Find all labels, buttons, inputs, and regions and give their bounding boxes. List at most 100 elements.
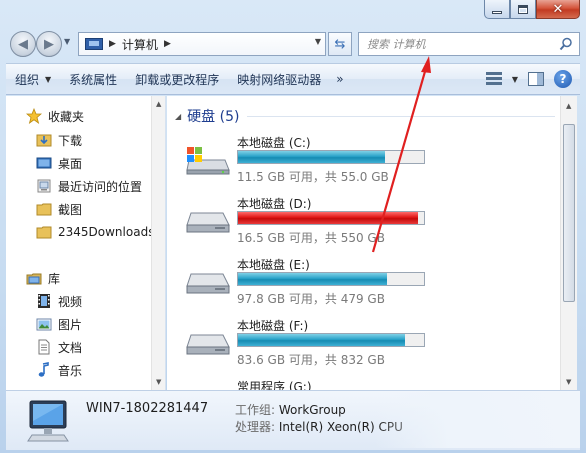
chevron-down-icon: ▼: [45, 74, 52, 84]
search-icon[interactable]: [559, 37, 573, 51]
more-commands-button[interactable]: »: [330, 64, 349, 94]
drive-item[interactable]: 本地磁盘 (D:) 16.5 GB 可用，共 550 GB: [185, 195, 445, 255]
minimize-button[interactable]: [484, 0, 510, 19]
change-view-icon[interactable]: [485, 72, 502, 86]
scroll-up-icon[interactable]: ▲: [156, 100, 161, 108]
drive-size-text: 11.5 GB 可用，共 55.0 GB: [237, 170, 389, 184]
computer-name: WIN7-1802281447: [86, 401, 209, 416]
drive-item[interactable]: 本地磁盘 (C:) 11.5 GB 可用，共 55.0 GB: [185, 134, 445, 194]
group-title: 硬盘 (5): [187, 109, 240, 125]
uninstall-program-button[interactable]: 卸载或更改程序: [126, 64, 228, 94]
folder-icon: [36, 203, 52, 216]
drive-usage-bar: [237, 150, 425, 164]
group-divider: [247, 115, 555, 117]
uninstall-program-label: 卸载或更改程序: [135, 72, 220, 87]
help-icon[interactable]: ?: [554, 70, 572, 88]
window-caption-buttons: ✕: [484, 0, 580, 20]
breadcrumb-computer[interactable]: 计算机: [122, 36, 158, 53]
hard-drive-icon: [186, 212, 230, 233]
drive-usage-fill: [238, 151, 385, 163]
computer-icon: [27, 400, 69, 442]
sidebar-item-screenshots[interactable]: 截图: [36, 199, 82, 219]
sidebar-item-2345downloads[interactable]: 2345Downloads: [36, 222, 154, 242]
maximize-button[interactable]: [510, 0, 536, 19]
map-network-drive-button[interactable]: 映射网络驱动器: [228, 64, 330, 94]
organize-label: 组织: [15, 72, 40, 87]
processor-label: 处理器:: [235, 420, 276, 434]
sidebar-item-label: 文档: [58, 340, 83, 355]
system-properties-label: 系统属性: [69, 72, 118, 87]
address-bar[interactable]: ▶ 计算机 ▶ ▼: [78, 32, 326, 56]
drive-label: 本地磁盘 (D:): [237, 197, 312, 211]
scrollbar-thumb[interactable]: [563, 124, 575, 302]
drive-size-text: 83.6 GB 可用，共 832 GB: [237, 353, 385, 367]
sidebar-scrollbar[interactable]: ▲ ▼: [151, 96, 165, 390]
pictures-library-icon: [36, 318, 52, 331]
search-input[interactable]: [367, 37, 557, 51]
arrow-left-icon: ◀: [18, 36, 28, 52]
navigation-bar: ◀ ▶ ▼ ▶ 计算机 ▶ ▼ ⇆: [6, 29, 580, 59]
workgroup-value: WorkGroup: [278, 403, 346, 417]
sidebar-item-recent[interactable]: 最近访问的位置: [36, 176, 142, 196]
drive-label: 常用程序 (G:): [237, 380, 312, 390]
sidebar-libraries[interactable]: 库: [26, 268, 60, 288]
sidebar-item-downloads[interactable]: 下载: [36, 130, 82, 150]
sidebar-item-label: 2345Downloads: [58, 225, 155, 239]
drive-item[interactable]: 常用程序 (G:): [185, 378, 445, 390]
download-folder-icon: [36, 134, 52, 147]
video-library-icon: [38, 294, 50, 308]
close-icon: ✕: [552, 1, 564, 17]
address-history-dropdown[interactable]: ▼: [315, 37, 321, 46]
scroll-up-icon[interactable]: ▲: [566, 102, 571, 110]
maximize-icon: [518, 4, 528, 14]
sidebar-item-label: 截图: [58, 202, 83, 217]
search-box[interactable]: [358, 32, 580, 56]
organize-menu[interactable]: 组织 ▼: [6, 64, 60, 94]
sidebar-item-videos[interactable]: 视频: [36, 291, 82, 311]
drive-item[interactable]: 本地磁盘 (E:) 97.8 GB 可用，共 479 GB: [185, 256, 445, 316]
scroll-down-icon[interactable]: ▼: [156, 378, 161, 386]
arrow-right-icon: ▶: [44, 36, 54, 52]
system-properties-button[interactable]: 系统属性: [60, 64, 126, 94]
close-button[interactable]: ✕: [536, 0, 580, 19]
drive-usage-fill: [238, 212, 419, 224]
sidebar-item-music[interactable]: 音乐: [36, 360, 82, 380]
breadcrumb-separator-icon[interactable]: ▶: [164, 39, 171, 49]
forward-button[interactable]: ▶: [36, 31, 62, 57]
sidebar-item-label: 视频: [58, 294, 83, 309]
drive-usage-fill: [238, 273, 387, 285]
sidebar-item-label: 最近访问的位置: [58, 179, 143, 194]
content-scrollbar[interactable]: ▲ ▼: [560, 96, 577, 390]
system-drive-icon: [186, 147, 230, 175]
sidebar-favorites[interactable]: 收藏夹: [26, 106, 84, 126]
scroll-down-icon[interactable]: ▼: [566, 378, 571, 386]
sidebar-item-desktop[interactable]: 桌面: [36, 153, 82, 173]
map-network-drive-label: 映射网络驱动器: [237, 72, 322, 87]
sidebar-item-label: 桌面: [58, 156, 83, 171]
recent-pages-dropdown[interactable]: ▼: [64, 37, 70, 46]
sidebar-item-documents[interactable]: 文档: [36, 337, 82, 357]
library-icon: [26, 273, 42, 285]
sidebar-item-label: 音乐: [58, 363, 83, 378]
drive-label: 本地磁盘 (C:): [237, 136, 311, 150]
view-options-dropdown[interactable]: ▼: [512, 75, 518, 84]
breadcrumb-separator-icon[interactable]: ▶: [109, 39, 116, 49]
command-bar: 组织 ▼ 系统属性 卸载或更改程序 映射网络驱动器 » ▼ ?: [6, 63, 580, 95]
back-button[interactable]: ◀: [10, 31, 36, 57]
music-library-icon: [38, 362, 49, 377]
preview-pane-icon[interactable]: [528, 72, 544, 86]
hard-drive-icon: [186, 273, 230, 294]
details-fade-overlay: [375, 392, 580, 448]
refresh-button[interactable]: ⇆: [328, 32, 352, 56]
drive-item[interactable]: 本地磁盘 (F:) 83.6 GB 可用，共 832 GB: [185, 317, 445, 377]
navigation-pane: 收藏夹 下载 桌面 最近访问的位置 截图 2345Downloads 库 视频 …: [6, 96, 166, 390]
sidebar-favorites-label: 收藏夹: [48, 109, 85, 124]
collapse-triangle-icon[interactable]: ◢: [175, 112, 181, 121]
content-pane: ◢ 硬盘 (5) 本地磁盘 (C:) 11.5 GB 可用，共 55.0 GB 本地…: [167, 96, 560, 390]
sidebar-item-pictures[interactable]: 图片: [36, 314, 82, 334]
sidebar-item-label: 图片: [58, 317, 83, 332]
workgroup-row: 工作组: WorkGroup: [235, 401, 346, 418]
hard-disks-group-header[interactable]: ◢ 硬盘 (5): [175, 106, 555, 126]
recent-places-icon: [37, 179, 51, 193]
drive-usage-bar: [237, 211, 425, 225]
